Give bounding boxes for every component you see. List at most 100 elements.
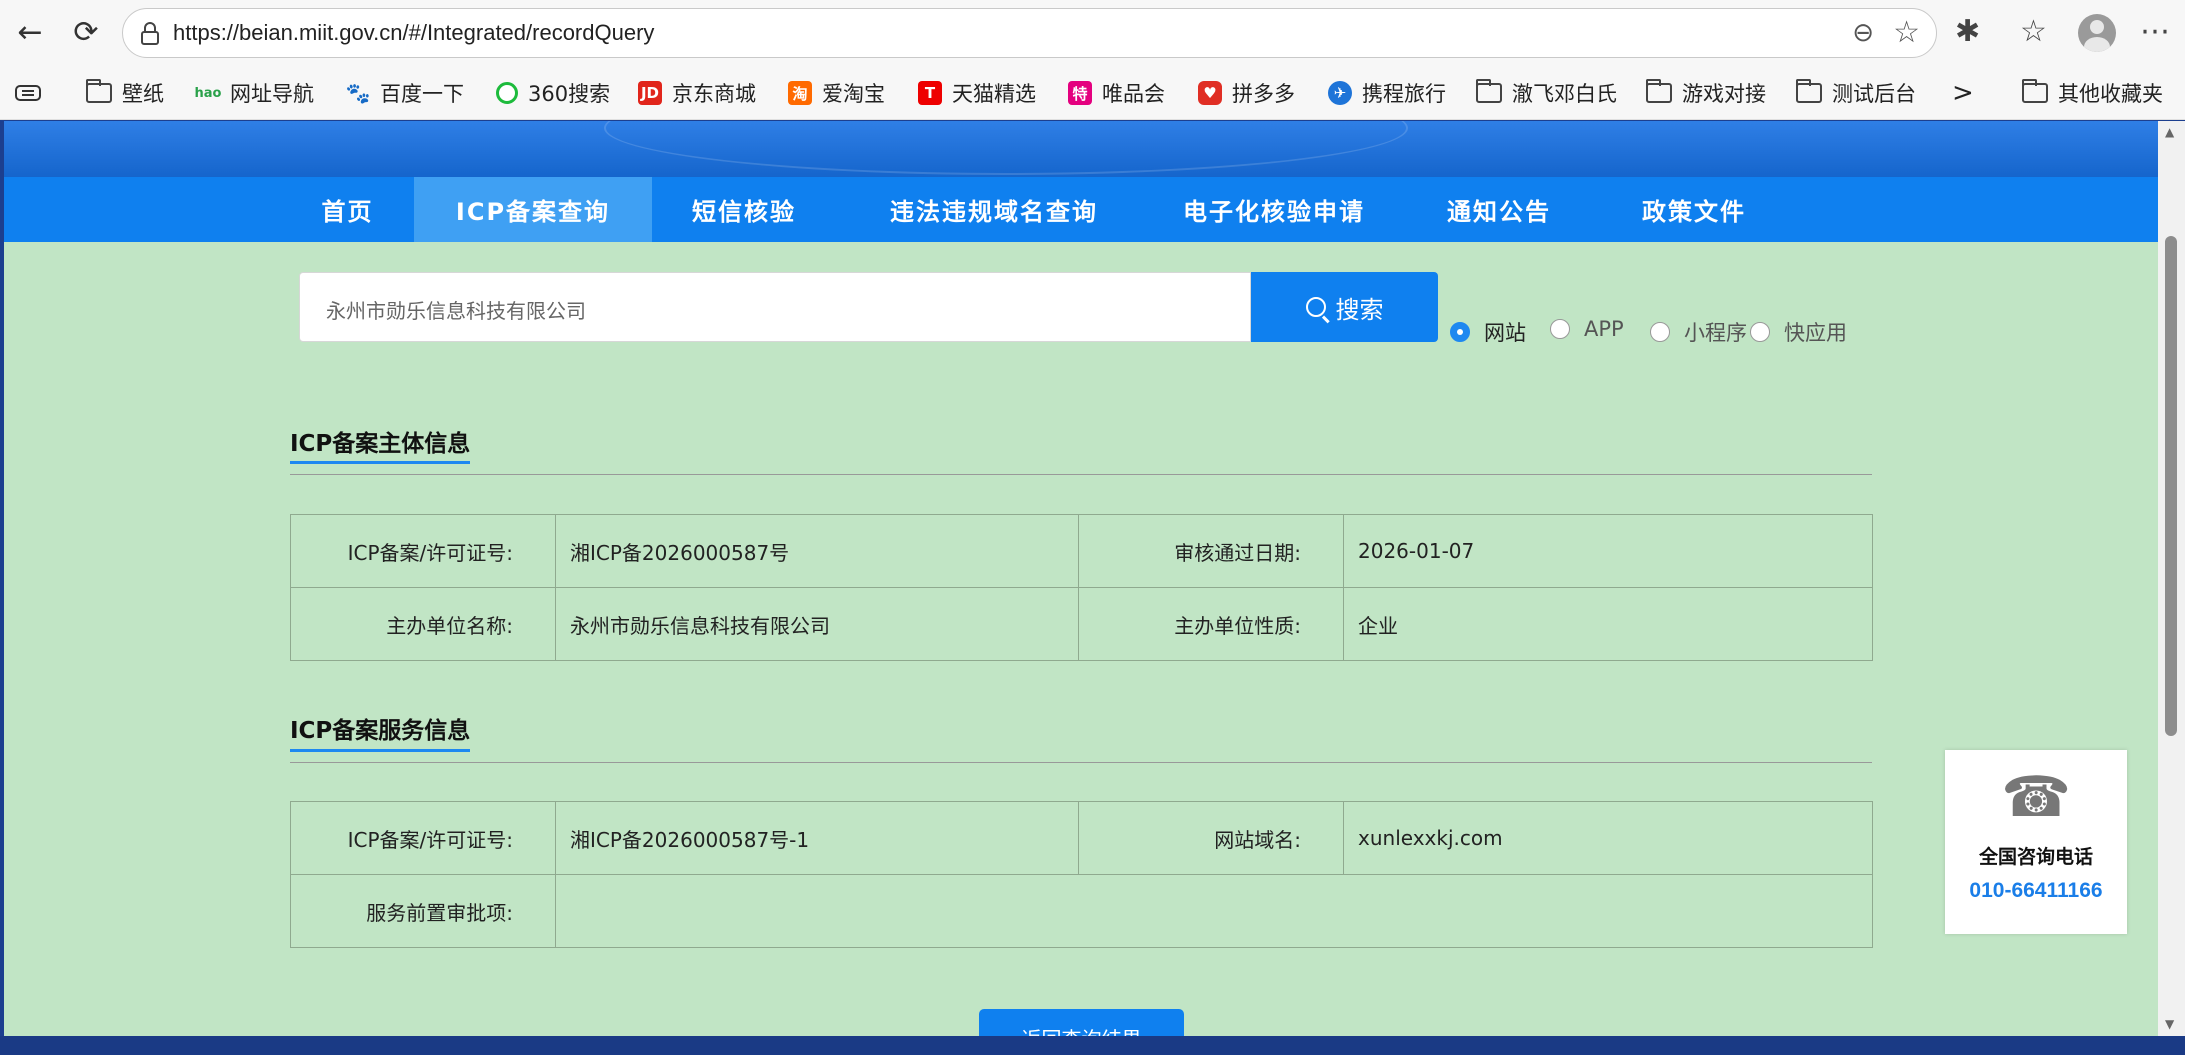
domain-label: 网站域名: <box>1078 801 1344 875</box>
service-license-value: 湘ICP备2026000587号-1 <box>555 801 1079 875</box>
favorite-star-icon[interactable]: ☆ <box>1893 15 1920 50</box>
table-row: 主办单位名称: 永州市勋乐信息科技有限公司 主办单位性质: 企业 <box>290 587 1873 661</box>
nav-e-verify-apply[interactable]: 电子化核验申请 <box>1164 177 1384 242</box>
approve-date-value: 2026-01-07 <box>1343 514 1873 588</box>
table-row: ICP备案/许可证号: 湘ICP备2026000587号 审核通过日期: 202… <box>290 514 1873 588</box>
scrollbar[interactable]: ▲ ▼ <box>2158 121 2185 1036</box>
reload-icon[interactable]: ⟳ <box>66 12 106 52</box>
bookmark-vip[interactable]: 特唯品会 <box>1068 76 1165 110</box>
radio-miniprogram[interactable]: 小程序 <box>1650 317 1747 347</box>
scroll-down-icon[interactable]: ▼ <box>2165 1017 2174 1031</box>
prior-approval-value <box>555 874 1873 948</box>
consult-phone: 010-66411166 <box>1969 879 2103 902</box>
folder-icon <box>86 79 112 103</box>
radio-quickapp[interactable]: 快应用 <box>1750 317 1847 347</box>
bookmark-ctrip[interactable]: ✈ 携程旅行 <box>1328 76 1446 110</box>
radio-website[interactable]: 网站 <box>1450 317 1526 347</box>
address-bar[interactable]: https://beian.miit.gov.cn/#/Integrated/r… <box>122 8 1937 58</box>
prior-approval-label: 服务前置审批项: <box>290 874 556 948</box>
favorites-icon[interactable]: ☆ <box>2020 14 2047 49</box>
service-info-table: ICP备案/许可证号: 湘ICP备2026000587号-1 网站域名: xun… <box>290 801 1873 948</box>
service-license-label: ICP备案/许可证号: <box>290 801 556 875</box>
search-input-value: 永州市勋乐信息科技有限公司 <box>326 299 586 323</box>
nav-icp-query[interactable]: ICP备案查询 <box>414 177 652 242</box>
bookmark-other-folder[interactable]: 其他收藏夹 <box>2022 76 2163 110</box>
browser-toolbar: ← ⟳ https://beian.miit.gov.cn/#/Integrat… <box>0 0 2185 66</box>
baidu-paw-icon: 🐾 <box>345 81 371 105</box>
telephone-icon: ☎ <box>2001 765 2071 830</box>
search-button[interactable]: 搜索 <box>1251 272 1438 342</box>
radio-dot <box>1750 322 1770 342</box>
org-name-value: 永州市勋乐信息科技有限公司 <box>555 587 1079 661</box>
table-row: ICP备案/许可证号: 湘ICP备2026000587号-1 网站域名: xun… <box>290 801 1873 875</box>
bookmark-360[interactable]: 360搜索 <box>496 76 610 110</box>
ctrip-icon: ✈ <box>1328 81 1352 105</box>
scrollbar-thumb[interactable] <box>2165 236 2177 736</box>
org-name-label: 主办单位名称: <box>290 587 556 661</box>
radio-dot <box>1450 322 1470 342</box>
folder-icon <box>1646 79 1672 103</box>
radio-dot <box>1650 322 1670 342</box>
tmall-icon: T <box>918 81 942 105</box>
bookmark-hao[interactable]: hao 网址导航 <box>194 76 314 110</box>
url-text[interactable]: https://beian.miit.gov.cn/#/Integrated/r… <box>173 20 654 46</box>
menu-icon[interactable]: ⋯ <box>2140 14 2170 49</box>
subject-info-title: ICP备案主体信息 <box>290 431 471 457</box>
chevron-right-icon[interactable]: > <box>1952 76 1974 110</box>
nav-notices[interactable]: 通知公告 <box>1424 177 1574 242</box>
domain-value: xunlexxkj.com <box>1343 801 1873 875</box>
license-label: ICP备案/许可证号: <box>290 514 556 588</box>
hao-icon: hao <box>194 85 222 101</box>
jd-icon: JD <box>638 81 662 105</box>
folder-icon <box>1796 79 1822 103</box>
consult-hotline-box: ☎ 全国咨询电话 010-66411166 <box>1945 750 2127 934</box>
bookmark-tmall[interactable]: T 天猫精选 <box>918 76 1036 110</box>
bookmark-baidu[interactable]: 🐾 百度一下 <box>346 76 464 110</box>
header-banner <box>4 121 2158 177</box>
service-info-title: ICP备案服务信息 <box>290 718 471 744</box>
table-row: 服务前置审批项: <box>290 874 1873 948</box>
org-type-value: 企业 <box>1343 587 1873 661</box>
nav-illegal-domain[interactable]: 违法违规域名查询 <box>864 177 1124 242</box>
nav-home[interactable]: 首页 <box>294 177 401 242</box>
bookmark-folder-test[interactable]: 测试后台 <box>1796 76 1916 110</box>
search-input[interactable]: 永州市勋乐信息科技有限公司 <box>299 272 1251 342</box>
search-icon <box>1305 297 1326 317</box>
back-to-results-button[interactable]: 返回查询结果 <box>979 1009 1184 1036</box>
subject-info-table: ICP备案/许可证号: 湘ICP备2026000587号 审核通过日期: 202… <box>290 514 1873 661</box>
vip-icon: 特 <box>1068 81 1092 105</box>
license-value: 湘ICP备2026000587号 <box>555 514 1079 588</box>
bookmark-folder-games[interactable]: 游戏对接 <box>1646 76 1766 110</box>
zoom-icon[interactable]: ⊖ <box>1852 18 1874 48</box>
scroll-up-icon[interactable]: ▲ <box>2165 125 2174 139</box>
desktop-background <box>0 1036 2185 1055</box>
page-content: 首页 ICP备案查询 短信核验 违法违规域名查询 电子化核验申请 通知公告 政策… <box>4 121 2158 1036</box>
taobao-icon: 淘 <box>788 81 812 105</box>
bookmark-wallpaper[interactable]: 壁纸 <box>86 76 164 110</box>
section-underline <box>290 461 470 464</box>
pdd-icon: ♥ <box>1198 81 1222 105</box>
bookmark-aitaobao[interactable]: 淘爱淘宝 <box>788 76 885 110</box>
nav-sms-verify[interactable]: 短信核验 <box>664 177 824 242</box>
radio-app[interactable]: APP <box>1550 317 1624 341</box>
org-type-label: 主办单位性质: <box>1078 587 1344 661</box>
nav-policy[interactable]: 政策文件 <box>1614 177 1774 242</box>
lock-icon[interactable] <box>137 21 163 47</box>
main-nav: 首页 ICP备案查询 短信核验 违法违规域名查询 电子化核验申请 通知公告 政策… <box>4 177 2158 242</box>
folder-icon <box>1476 79 1502 103</box>
section-underline <box>290 749 470 752</box>
radio-dot <box>1550 319 1570 339</box>
extensions-icon[interactable]: ✱ <box>1955 14 1980 49</box>
bookmarks-bar: 壁纸 hao 网址导航 🐾 百度一下 360搜索 JD 京东商城 淘爱淘宝 T 天猫精选… <box>0 66 2185 120</box>
bookmark-folder-dnb[interactable]: 澈飞邓白氏 <box>1476 76 1617 110</box>
bookmark-jd[interactable]: JD 京东商城 <box>638 76 756 110</box>
folder-icon <box>2022 79 2048 103</box>
tab-actions-icon[interactable] <box>14 76 42 110</box>
bookmark-pdd[interactable]: ♥ 拼多多 <box>1198 76 1295 110</box>
360-icon <box>496 82 518 104</box>
approve-date-label: 审核通过日期: <box>1078 514 1344 588</box>
divider <box>290 762 1872 763</box>
avatar[interactable] <box>2078 14 2116 52</box>
back-icon[interactable]: ← <box>10 12 50 52</box>
consult-label: 全国咨询电话 <box>1978 846 2093 868</box>
